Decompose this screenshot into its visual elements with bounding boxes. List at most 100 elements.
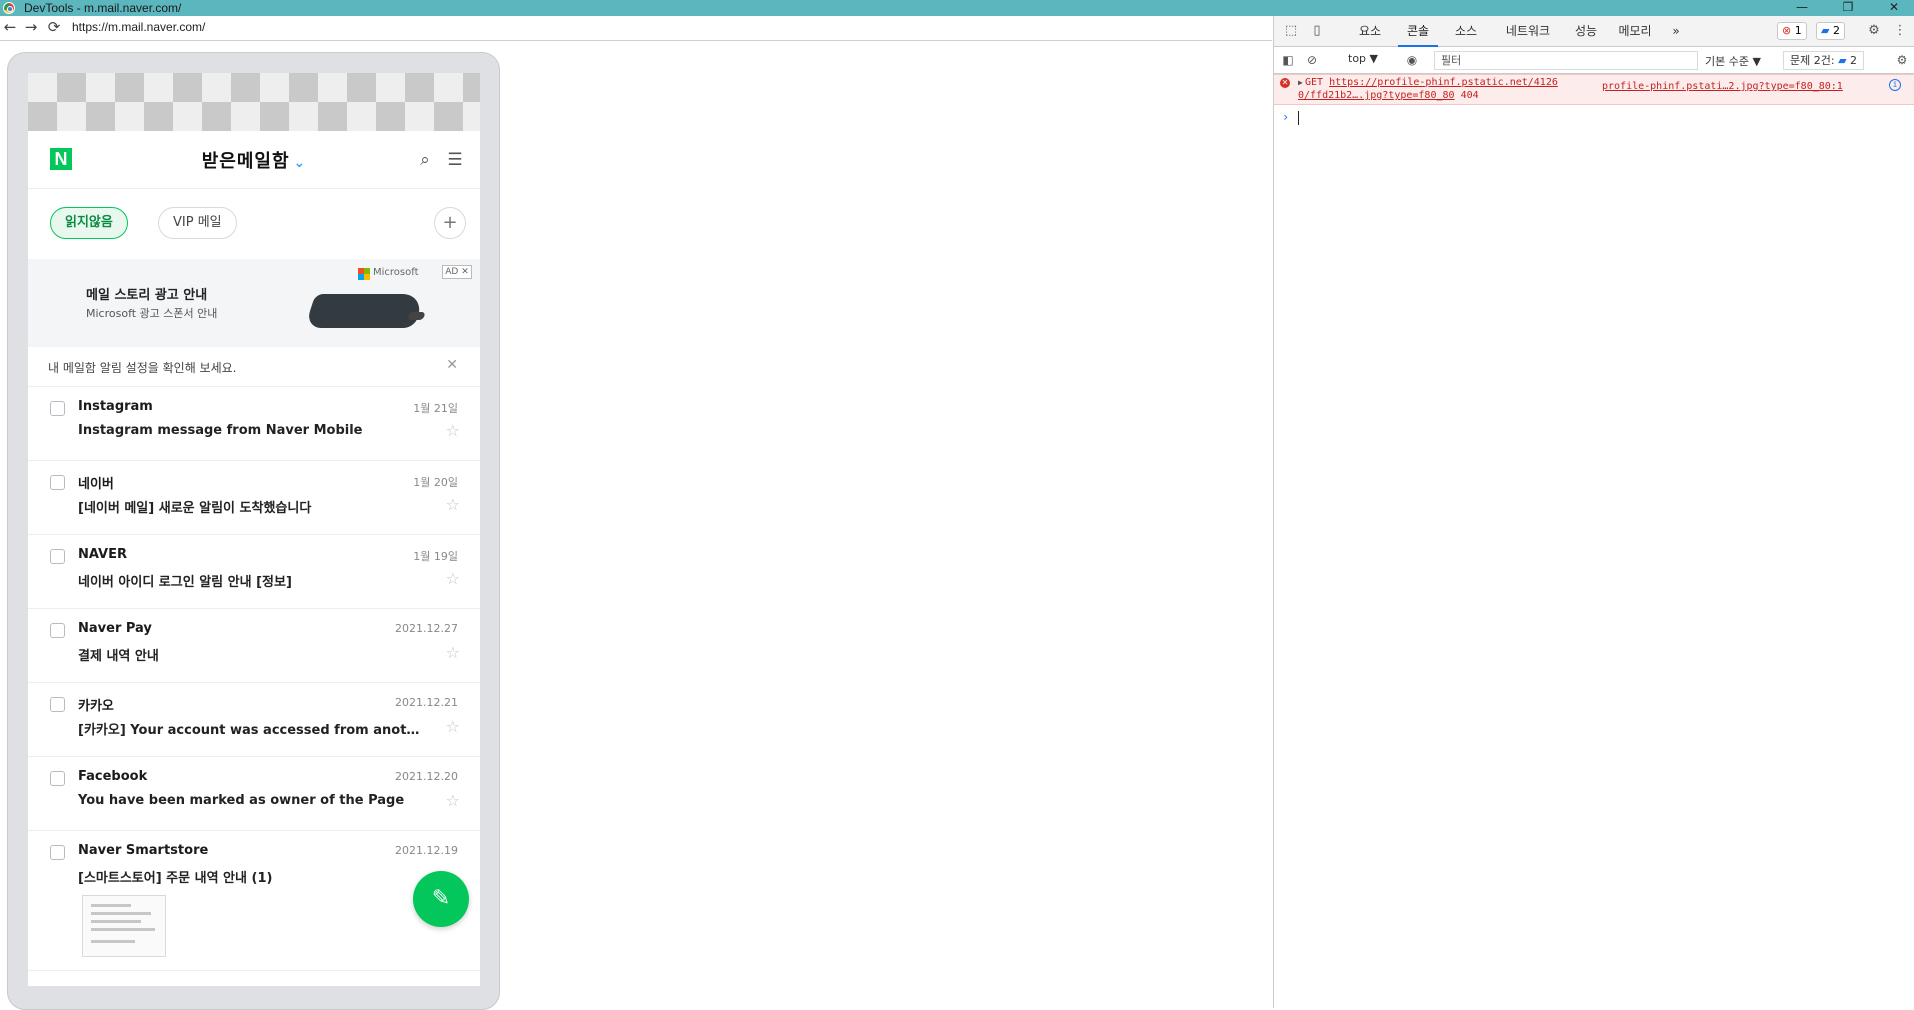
ad-banner[interactable]: 메일 스토리 광고 안내 Microsoft 광고 스폰서 안내 Microso…	[28, 259, 480, 347]
devtools-tabbar: ⬚ ▯ 요소 콘솔 소스 네트워크 성능 메모리 » ⊗ 1 ▰ 2 ⚙ ⋮	[1274, 16, 1914, 47]
window-titlebar: DevTools - m.mail.naver.com/ — ❐ ✕	[0, 0, 1914, 16]
error-method: GET	[1305, 77, 1324, 88]
mail-item[interactable]: 네이버 1월 20일 [네이버 메일] 새로운 알림이 도착했습니다 ☆	[28, 461, 480, 535]
mail-checkbox[interactable]	[50, 771, 65, 786]
console-error-row[interactable]: ✕ ▶ GET https://profile-phinf.pstatic.ne…	[1274, 74, 1914, 105]
context-selector[interactable]: top ▼	[1348, 52, 1378, 65]
microsoft-logo-icon	[358, 268, 370, 280]
url-field[interactable]: https://m.mail.naver.com/	[72, 20, 205, 34]
address-bar: ← → ⟳ https://m.mail.naver.com/	[0, 16, 1272, 41]
console-settings-gear-icon[interactable]: ⚙	[1894, 52, 1910, 68]
window-title: DevTools - m.mail.naver.com/	[24, 1, 182, 15]
mail-subject: [스마트스토어] 주문 내역 안내 (1)	[78, 871, 273, 886]
mail-checkbox[interactable]	[50, 549, 65, 564]
log-level-select[interactable]: 기본 수준 ▼	[1705, 53, 1761, 69]
close-window-button[interactable]: ✕	[1882, 0, 1906, 16]
eye-icon[interactable]: ◉	[1404, 52, 1420, 68]
clear-console-icon[interactable]: ⊘	[1304, 52, 1320, 68]
reload-icon[interactable]: ⟳	[46, 19, 62, 35]
star-icon[interactable]: ☆	[446, 421, 460, 440]
error-url[interactable]: https://profile-phinf.pstatic.net/4126	[1329, 77, 1558, 88]
chip-vip[interactable]: VIP 메일	[158, 207, 237, 239]
error-icon: ⊗	[1782, 24, 1792, 37]
mail-checkbox[interactable]	[50, 845, 65, 860]
console-input[interactable]	[1298, 111, 1299, 125]
mail-subject: 네이버 아이디 로그인 알림 안내 [정보]	[78, 575, 292, 590]
mail-sender: Naver Smartstore	[78, 843, 209, 858]
search-icon[interactable]: ⌕	[412, 147, 438, 173]
mail-subject: [카카오] Your account was accessed from ano…	[78, 723, 423, 738]
more-tabs-icon[interactable]: »	[1666, 16, 1686, 47]
chip-unread[interactable]: 읽지않음	[50, 207, 128, 239]
product-image	[304, 294, 426, 328]
error-source-link[interactable]: profile-phinf.pstati…2.jpg?type=f80_80:1	[1602, 81, 1843, 92]
tab-elements[interactable]: 요소	[1350, 16, 1390, 47]
error-url-cont[interactable]: 0/ffd21b2….jpg?type=f80_80	[1298, 90, 1455, 101]
tab-sources[interactable]: 소스	[1446, 16, 1486, 47]
forward-arrow-icon[interactable]: →	[23, 19, 39, 35]
mail-app: N 받은메일함 ⌄ ⌕ ☰ 읽지않음 VIP 메일 + 메일 스토리 광고 안내 …	[28, 131, 480, 986]
star-icon[interactable]: ☆	[446, 791, 460, 810]
message-icon: ▰	[1821, 24, 1830, 37]
mail-sender: Facebook	[78, 769, 148, 784]
message-count-badge[interactable]: ▰ 2	[1816, 22, 1845, 40]
mail-subject: 결제 내역 안내	[78, 649, 159, 664]
star-icon[interactable]: ☆	[446, 495, 460, 514]
mail-date: 1월 20일	[413, 476, 458, 489]
tab-console[interactable]: 콘솔	[1398, 16, 1438, 47]
mail-sender: NAVER	[78, 547, 128, 562]
message-count: 2	[1832, 24, 1840, 37]
attachment-thumbnail[interactable]	[82, 895, 166, 957]
menu-icon[interactable]: ☰	[442, 147, 468, 173]
error-count: 1	[1794, 24, 1802, 37]
notice-bar[interactable]: 내 메일함 알림 설정을 확인해 보세요. ✕	[28, 347, 480, 387]
back-arrow-icon[interactable]: ←	[2, 19, 18, 35]
mail-checkbox[interactable]	[50, 475, 65, 490]
tab-performance[interactable]: 성능	[1568, 16, 1604, 47]
mail-item[interactable]: Facebook 2021.12.20 You have been marked…	[28, 757, 480, 831]
transparent-area	[28, 73, 480, 131]
kebab-menu-icon[interactable]: ⋮	[1891, 22, 1909, 40]
ad-close-button[interactable]: AD ✕	[442, 265, 472, 279]
banner-headline: 메일 스토리 광고 안내	[86, 288, 208, 303]
mail-sender: Instagram	[78, 399, 153, 414]
mail-item[interactable]: 카카오 2021.12.21 [카카오] Your account was ac…	[28, 683, 480, 757]
device-toolbar-icon[interactable]: ▯	[1308, 22, 1326, 40]
mail-subject: [네이버 메일] 새로운 알림이 도착했습니다	[78, 501, 312, 516]
gear-icon[interactable]: ⚙	[1865, 22, 1883, 40]
mail-date: 2021.12.19	[395, 844, 458, 857]
mail-date: 2021.12.20	[395, 770, 458, 783]
mail-checkbox[interactable]	[50, 623, 65, 638]
tab-memory[interactable]: 메모리	[1610, 16, 1660, 47]
notice-close-icon[interactable]: ✕	[446, 357, 458, 373]
banner-brand: Microsoft	[373, 267, 419, 278]
mail-checkbox[interactable]	[50, 401, 65, 416]
sidebar-toggle-icon[interactable]: ◧	[1280, 52, 1296, 68]
error-count-badge[interactable]: ⊗ 1	[1777, 22, 1807, 40]
restore-button[interactable]: ❐	[1836, 0, 1860, 16]
chrome-icon	[3, 2, 15, 14]
star-icon[interactable]: ☆	[446, 569, 460, 588]
info-icon[interactable]: i	[1889, 79, 1901, 91]
inspect-element-icon[interactable]: ⬚	[1282, 22, 1300, 40]
issues-button[interactable]: 문제 2건: ▰ 2	[1783, 51, 1865, 70]
filter-input[interactable]: 필터	[1434, 51, 1698, 70]
mail-sender: 네이버	[78, 477, 114, 492]
tab-network[interactable]: 네트워크	[1496, 16, 1560, 47]
mail-item[interactable]: NAVER 1월 19일 네이버 아이디 로그인 알림 안내 [정보] ☆	[28, 535, 480, 609]
issues-label: 문제 2건:	[1790, 54, 1835, 67]
star-icon[interactable]: ☆	[446, 643, 460, 662]
expand-triangle-icon[interactable]: ▶	[1298, 78, 1303, 87]
error-icon: ✕	[1280, 78, 1290, 88]
mail-item[interactable]: Instagram 1월 21일 Instagram message from …	[28, 387, 480, 461]
mail-checkbox[interactable]	[50, 697, 65, 712]
minimize-button[interactable]: —	[1790, 0, 1814, 16]
add-chip-button[interactable]: +	[434, 207, 466, 239]
compose-button[interactable]: ✎	[413, 871, 469, 927]
console-prompt-icon: ›	[1282, 110, 1290, 124]
error-line-1: GET https://profile-phinf.pstatic.net/41…	[1305, 77, 1558, 88]
star-icon[interactable]: ☆	[446, 717, 460, 736]
mail-sender: Naver Pay	[78, 621, 152, 636]
mail-date: 2021.12.21	[395, 696, 458, 709]
mail-item[interactable]: Naver Pay 2021.12.27 결제 내역 안내 ☆	[28, 609, 480, 683]
